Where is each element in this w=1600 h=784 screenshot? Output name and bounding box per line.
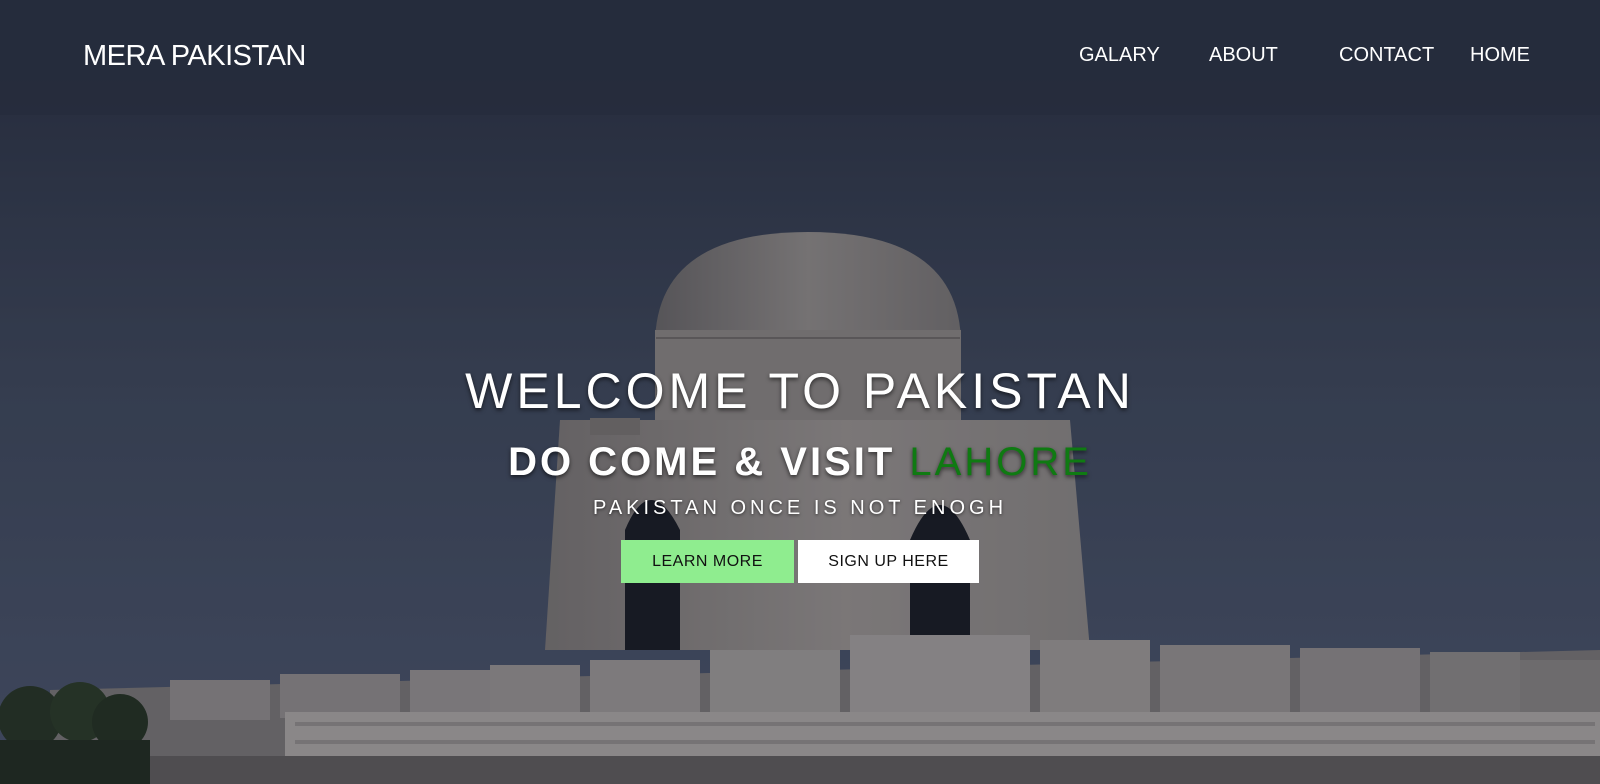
nav-link-about[interactable]: ABOUT <box>1209 44 1278 67</box>
brand-logo-text[interactable]: MERA PAKISTAN <box>83 40 306 73</box>
hero-subtitle-prefix: DO COME & VISIT <box>508 440 910 484</box>
learn-more-button[interactable]: LEARN MORE <box>621 540 794 583</box>
nav-link-contact[interactable]: CONTACT <box>1339 44 1434 67</box>
top-navbar: MERA PAKISTAN GALARY ABOUT CONTACT HOME <box>0 0 1600 115</box>
nav-link-home[interactable]: HOME <box>1470 44 1530 67</box>
sign-up-button[interactable]: SIGN UP HERE <box>798 540 979 583</box>
hero-tagline: PAKISTAN ONCE IS NOT ENOGH <box>592 497 1008 519</box>
hero-section: MERA PAKISTAN GALARY ABOUT CONTACT HOME … <box>0 0 1600 784</box>
hero-title: WELCOME TO PAKISTAN <box>465 363 1135 419</box>
hero-subtitle-highlight: LAHORE <box>909 440 1092 484</box>
nav-link-galary[interactable]: GALARY <box>1079 44 1160 67</box>
hero-subtitle: DO COME & VISIT LAHORE <box>0 440 1600 485</box>
